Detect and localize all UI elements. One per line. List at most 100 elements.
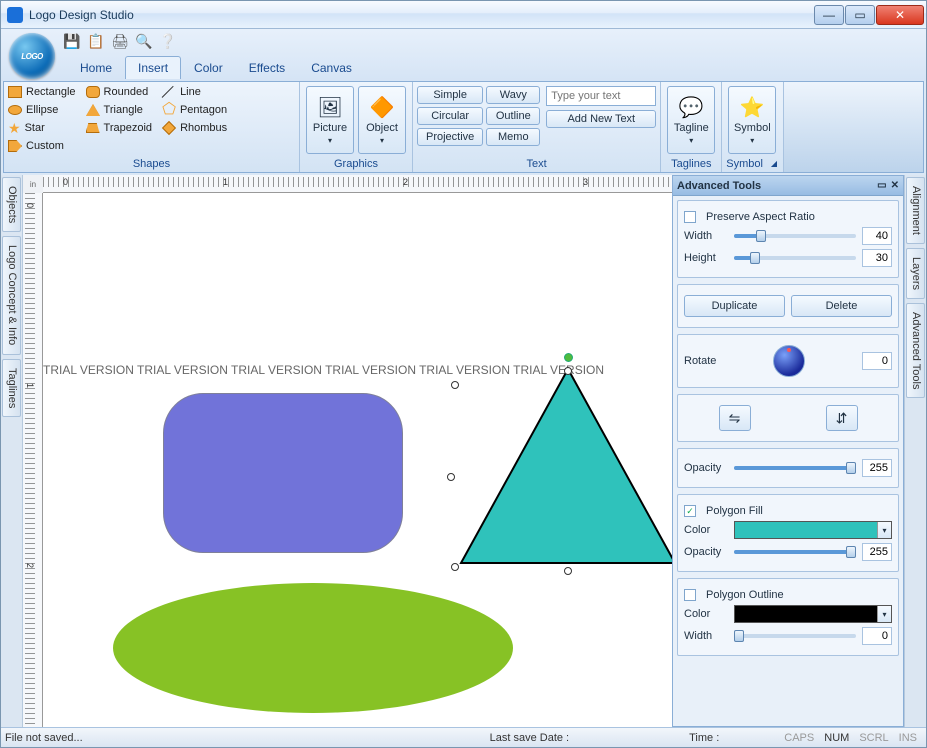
symbol-icon: ⭐ (740, 96, 764, 120)
chevron-down-icon: ▾ (689, 136, 693, 145)
text-wavy-button[interactable]: Wavy (486, 86, 540, 104)
flip-horizontal-button[interactable]: ⇋ (719, 405, 751, 431)
sidetab-layers[interactable]: Layers (906, 248, 925, 299)
preserve-aspect-checkbox[interactable] (684, 211, 696, 223)
shape-trapezoid[interactable]: Trapezoid (86, 120, 153, 136)
height-slider[interactable] (734, 256, 856, 260)
panel-close-icon[interactable]: ✕ (891, 180, 899, 191)
canvas-container: in 0 1 2 3 0 1 2 TRIAL VERSION TRIAL VER… (23, 175, 904, 727)
selection-handle[interactable] (564, 367, 572, 375)
canvas-rounded-rect[interactable] (163, 393, 403, 553)
canvas-ellipse[interactable] (113, 583, 513, 713)
shape-star[interactable]: ★Star (8, 120, 76, 136)
text-outline-button[interactable]: Outline (486, 107, 540, 125)
outline-width-input[interactable] (862, 627, 892, 645)
sidetab-objects[interactable]: Objects (2, 177, 21, 232)
tab-effects[interactable]: Effects (236, 56, 298, 79)
text-circular-button[interactable]: Circular (417, 107, 483, 125)
maximize-button[interactable]: ▭ (845, 5, 875, 25)
zoom-icon[interactable]: 🔍 (135, 32, 153, 50)
print-icon[interactable]: 🖨 (111, 32, 129, 50)
preserve-aspect-label: Preserve Aspect Ratio (706, 211, 815, 223)
canvas-triangle[interactable] (453, 363, 683, 573)
selection-handle[interactable] (451, 381, 459, 389)
selection-handle[interactable] (451, 563, 459, 571)
shape-rhombus[interactable]: Rhombus (162, 120, 227, 136)
text-input[interactable] (546, 86, 656, 106)
shape-rounded[interactable]: Rounded (86, 84, 153, 100)
height-input[interactable] (862, 249, 892, 267)
shape-line[interactable]: Line (162, 84, 227, 100)
width-input[interactable] (862, 227, 892, 245)
text-memo-button[interactable]: Memo (486, 128, 540, 146)
shape-custom[interactable]: Custom (8, 138, 76, 154)
shape-pentagon[interactable]: ⬠Pentagon (162, 102, 227, 118)
dialog-launcher-icon[interactable]: ◢ (767, 159, 779, 168)
outline-color-picker[interactable]: ▾ (734, 605, 892, 623)
tab-insert[interactable]: Insert (125, 56, 181, 79)
height-label: Height (684, 252, 728, 264)
delete-button[interactable]: Delete (791, 295, 892, 317)
window-title: Logo Design Studio (29, 8, 134, 22)
titlebar: Logo Design Studio — ▭ ✕ (1, 1, 926, 29)
tab-home[interactable]: Home (67, 56, 125, 79)
duplicate-button[interactable]: Duplicate (684, 295, 785, 317)
text-group-title: Text (417, 158, 656, 172)
width-slider[interactable] (734, 234, 856, 238)
app-icon (7, 7, 23, 23)
help-icon[interactable]: ❔ (159, 32, 177, 50)
paste-icon[interactable]: 📋 (87, 32, 105, 50)
ribbon: Rectangle Ellipse ★Star Custom Rounded T… (3, 81, 924, 173)
rotate-label: Rotate (684, 355, 716, 367)
app-menu-button[interactable]: LOGO (9, 33, 55, 79)
selection-handle[interactable] (447, 473, 455, 481)
pin-icon[interactable]: ▭ (877, 180, 886, 191)
polygon-outline-checkbox[interactable] (684, 589, 696, 601)
left-side-tabs: Objects Logo Concept & Info Taglines (1, 175, 23, 727)
save-icon[interactable]: 💾 (63, 32, 81, 50)
sidetab-taglines[interactable]: Taglines (2, 359, 21, 417)
chevron-down-icon: ▾ (877, 606, 891, 622)
sidetab-alignment[interactable]: Alignment (906, 177, 925, 244)
rhombus-icon (162, 121, 176, 135)
chevron-down-icon: ▾ (750, 136, 754, 145)
rotate-input[interactable] (862, 352, 892, 370)
quick-access-toolbar: 💾 📋 🖨 🔍 ❔ (63, 29, 926, 53)
shape-rectangle[interactable]: Rectangle (8, 84, 76, 100)
advanced-tools-title: Advanced Tools (677, 180, 761, 192)
fill-opacity-slider[interactable] (734, 550, 856, 554)
shape-ellipse[interactable]: Ellipse (8, 102, 76, 118)
object-button[interactable]: 🔶 Object ▾ (358, 86, 406, 154)
shape-triangle[interactable]: Triangle (86, 102, 153, 118)
close-button[interactable]: ✕ (876, 5, 924, 25)
fill-opacity-input[interactable] (862, 543, 892, 561)
picture-button[interactable]: 🖼 Picture ▾ (306, 86, 354, 154)
flip-vertical-button[interactable]: ⇵ (826, 405, 858, 431)
outline-width-label: Width (684, 630, 728, 642)
fill-color-picker[interactable]: ▾ (734, 521, 892, 539)
graphics-group-title: Graphics (304, 158, 408, 172)
sidetab-advanced-tools[interactable]: Advanced Tools (906, 303, 925, 398)
text-simple-button[interactable]: Simple (417, 86, 483, 104)
line-icon (162, 85, 176, 99)
shapes-group-title: Shapes (8, 158, 295, 172)
polygon-fill-checkbox[interactable]: ✓ (684, 505, 696, 517)
outline-width-slider[interactable] (734, 634, 856, 638)
tagline-button[interactable]: 💬 Tagline ▾ (667, 86, 715, 154)
rotate-ball[interactable] (773, 345, 805, 377)
text-projective-button[interactable]: Projective (417, 128, 483, 146)
tab-canvas[interactable]: Canvas (298, 56, 365, 79)
status-scrl: SCRL (854, 731, 893, 745)
symbol-button[interactable]: ⭐ Symbol ▾ (728, 86, 776, 154)
minimize-button[interactable]: — (814, 5, 844, 25)
rotate-handle[interactable] (564, 353, 573, 362)
selection-handle[interactable] (564, 567, 572, 575)
opacity-slider[interactable] (734, 466, 856, 470)
tab-color[interactable]: Color (181, 56, 236, 79)
add-new-text-button[interactable]: Add New Text (546, 110, 656, 128)
ribbon-spacer (784, 82, 923, 172)
sidetab-logo-concept[interactable]: Logo Concept & Info (2, 236, 21, 354)
opacity-input[interactable] (862, 459, 892, 477)
chevron-down-icon: ▾ (877, 522, 891, 538)
status-caps: CAPS (779, 731, 819, 745)
